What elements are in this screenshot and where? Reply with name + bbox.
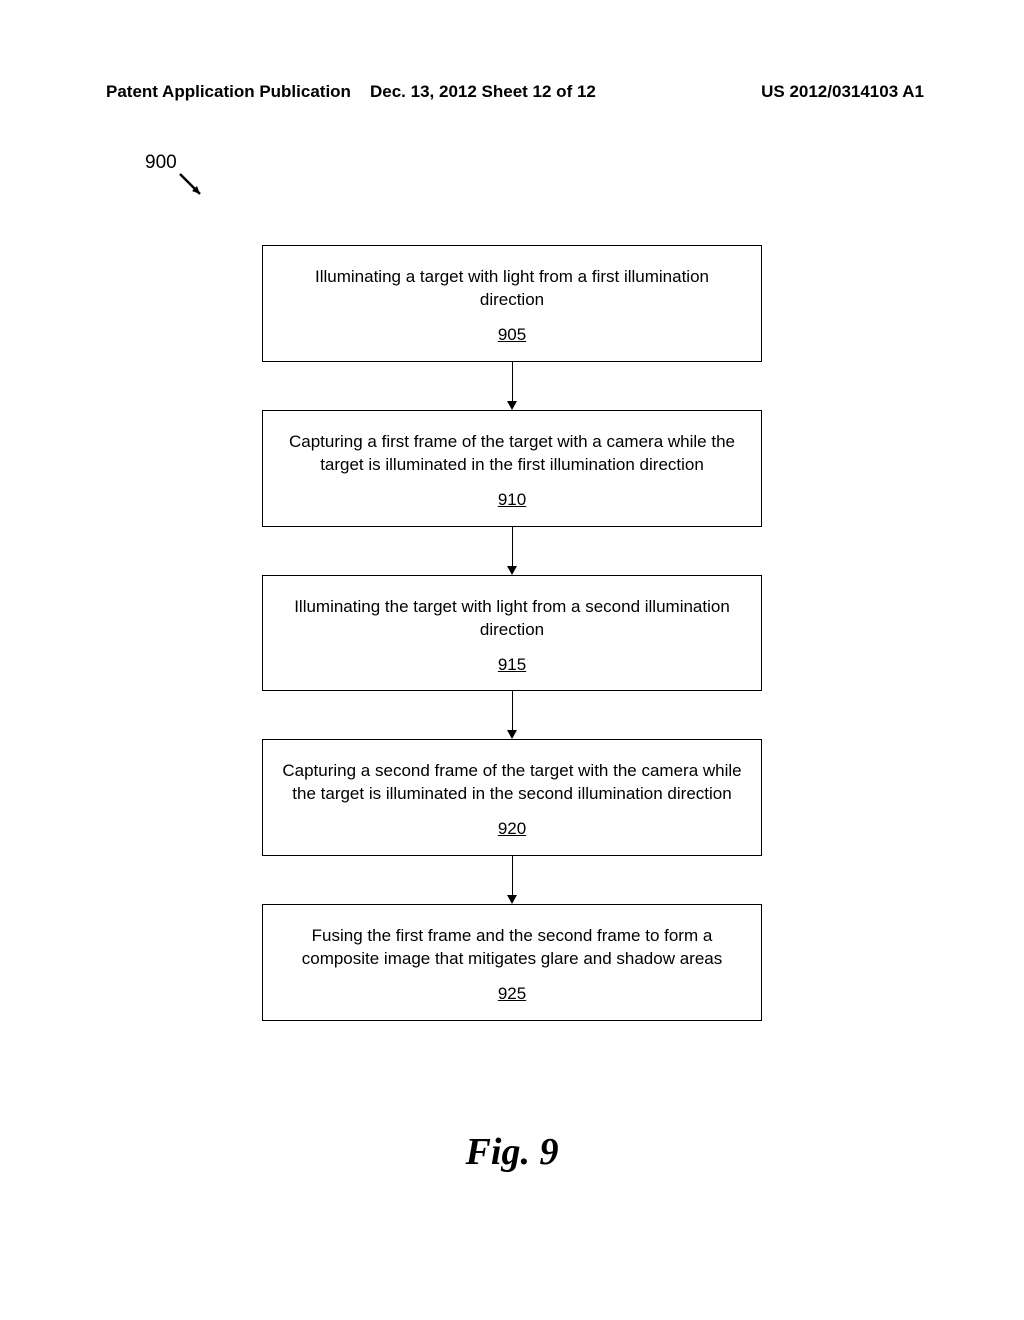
connector-arrow-icon [262,527,762,575]
step-text: Capturing a first frame of the target wi… [281,431,743,477]
step-number: 910 [498,489,526,512]
reference-arrow-icon [178,172,208,202]
page-header: Patent Application Publication Dec. 13, … [0,0,1024,102]
step-text: Fusing the first frame and the second fr… [281,925,743,971]
flow-step-2: Capturing a first frame of the target wi… [262,410,762,527]
flow-step-1: Illuminating a target with light from a … [262,245,762,362]
connector-arrow-icon [262,856,762,904]
header-center: Dec. 13, 2012 Sheet 12 of 12 [370,82,596,102]
reference-number: 900 [145,152,177,174]
step-text: Illuminating a target with light from a … [281,266,743,312]
step-number: 905 [498,324,526,347]
header-right: US 2012/0314103 A1 [761,82,924,102]
header-left: Patent Application Publication [106,82,351,102]
step-number: 915 [498,654,526,677]
step-number: 920 [498,818,526,841]
flowchart: Illuminating a target with light from a … [262,245,762,1021]
connector-arrow-icon [262,691,762,739]
connector-arrow-icon [262,362,762,410]
flow-step-5: Fusing the first frame and the second fr… [262,904,762,1021]
step-text: Illuminating the target with light from … [281,596,743,642]
step-number: 925 [498,983,526,1006]
figure-caption: Fig. 9 [466,1130,559,1174]
flow-step-3: Illuminating the target with light from … [262,575,762,692]
step-text: Capturing a second frame of the target w… [281,760,743,806]
flow-step-4: Capturing a second frame of the target w… [262,739,762,856]
